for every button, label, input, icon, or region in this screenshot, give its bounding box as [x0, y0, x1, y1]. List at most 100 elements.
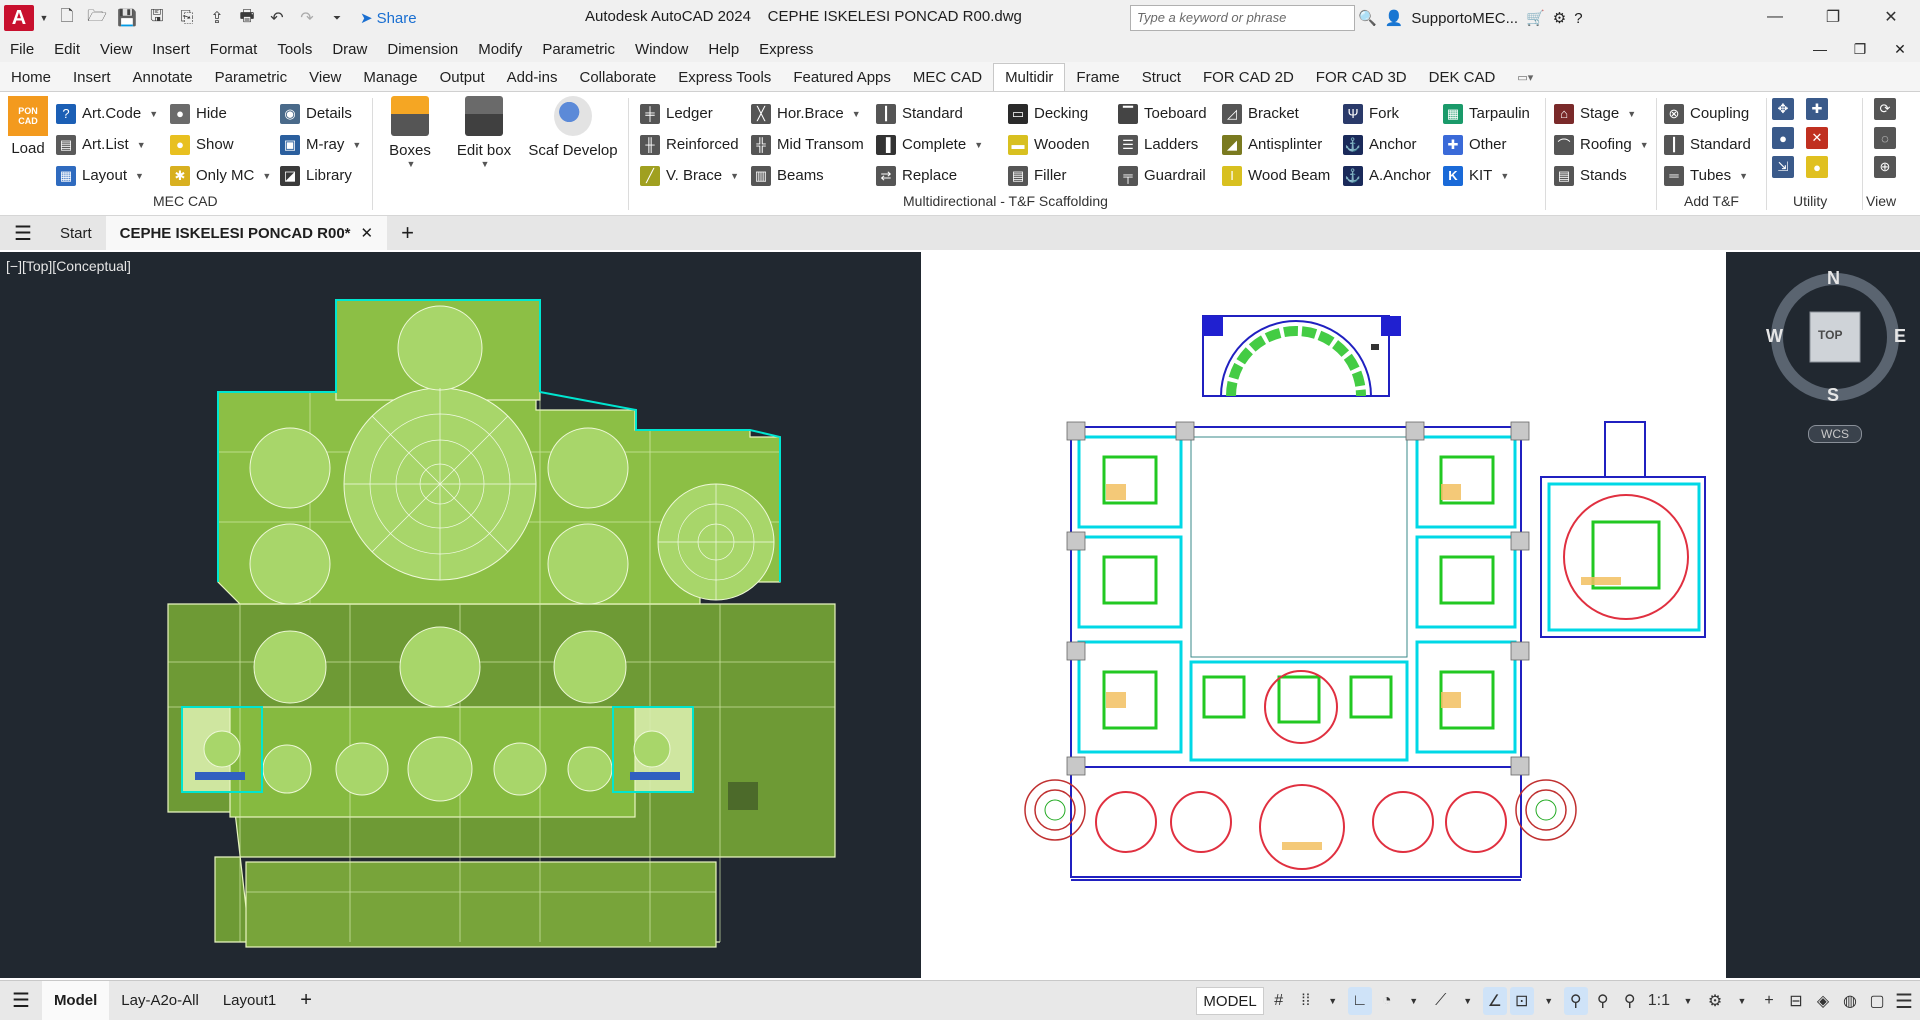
show-button[interactable]: ● Show: [170, 129, 271, 160]
undo-icon[interactable]: ↶: [264, 5, 290, 31]
toeboard-button[interactable]: ▔ Toeboard: [1118, 98, 1207, 129]
wcs-button[interactable]: WCS: [1808, 425, 1862, 443]
doc-close-icon[interactable]: ✕: [1880, 36, 1920, 62]
view-rotate-icon[interactable]: ⟳: [1874, 98, 1896, 120]
user-icon[interactable]: 👤: [1385, 9, 1404, 27]
plot-icon[interactable]: 🖶: [234, 5, 260, 31]
utility-tool-icon[interactable]: ✥: [1772, 98, 1794, 120]
isolate-objects-icon[interactable]: ◈: [1811, 987, 1835, 1015]
filler-button[interactable]: ▤ Filler: [1008, 160, 1090, 191]
complete-button[interactable]: ▐ Complete ▼: [876, 129, 983, 160]
tab-annotate[interactable]: Annotate: [122, 63, 204, 91]
library-button[interactable]: ◪ Library: [280, 160, 361, 191]
viewport-controls[interactable]: [−][Top][Conceptual]: [6, 258, 131, 274]
boxes-button[interactable]: Boxes ▼: [384, 96, 436, 169]
menu-help[interactable]: Help: [698, 41, 749, 58]
dropdown-arrow-icon[interactable]: ▼: [1500, 171, 1509, 181]
scale-value[interactable]: 1:1: [1645, 987, 1673, 1015]
stage-button[interactable]: ⌂ Stage ▼: [1554, 98, 1649, 129]
details-button[interactable]: ◉ Details: [280, 98, 361, 129]
dropdown-arrow-icon[interactable]: ▼: [137, 140, 146, 150]
decking-button[interactable]: ▭ Decking: [1008, 98, 1090, 129]
roofing-button[interactable]: ⌒ Roofing ▼: [1554, 129, 1649, 160]
menu-express[interactable]: Express: [749, 41, 823, 58]
fork-button[interactable]: Ψ Fork: [1343, 98, 1431, 129]
only-mc-button[interactable]: ✱ Only MC ▼: [170, 160, 271, 191]
utility-light-icon[interactable]: ●: [1806, 156, 1828, 178]
tab-home[interactable]: Home: [0, 63, 62, 91]
view-zoom-icon[interactable]: ⊕: [1874, 156, 1896, 178]
search-icon[interactable]: 🔍: [1358, 9, 1377, 27]
doc-minimize-icon[interactable]: —: [1800, 36, 1840, 62]
antisplinter-button[interactable]: ◢ Antisplinter: [1222, 129, 1330, 160]
restore-icon[interactable]: ❐: [1804, 0, 1862, 34]
tab-struct[interactable]: Struct: [1131, 63, 1192, 91]
compass-w-label[interactable]: W: [1766, 326, 1783, 347]
menu-parametric[interactable]: Parametric: [532, 41, 625, 58]
guardrail-button[interactable]: ╤ Guardrail: [1118, 160, 1207, 191]
art-code-button[interactable]: ? Art.Code ▼: [56, 98, 158, 129]
grid-icon[interactable]: #: [1267, 987, 1291, 1015]
dropdown-arrow-icon[interactable]: ▼: [1627, 109, 1636, 119]
help-icon[interactable]: ?: [1574, 10, 1582, 27]
load-button[interactable]: PON CAD Load: [6, 96, 50, 157]
menu-view[interactable]: View: [90, 41, 142, 58]
tab-active-drawing[interactable]: CEPHE ISKELESI PONCAD R00* ✕: [105, 216, 388, 250]
cart-icon[interactable]: 🛒: [1526, 9, 1545, 27]
customize-icon[interactable]: ⏷: [324, 5, 350, 31]
save-icon[interactable]: 💾: [114, 5, 140, 31]
dropdown-arrow-icon[interactable]: ▼: [1640, 140, 1649, 150]
dropdown-arrow-icon[interactable]: ▼: [852, 109, 861, 119]
tab-parametric[interactable]: Parametric: [204, 63, 299, 91]
dropdown-arrow-icon[interactable]: ▼: [135, 171, 144, 181]
clean-screen-icon[interactable]: ▢: [1865, 987, 1889, 1015]
dropdown-arrow-icon[interactable]: ▼: [352, 140, 361, 150]
menu-dimension[interactable]: Dimension: [377, 41, 468, 58]
annotation-scale-icon[interactable]: ⚲: [1618, 987, 1642, 1015]
tab-layout1[interactable]: Layout1: [211, 981, 288, 1020]
utility-bulb-icon[interactable]: ●: [1772, 127, 1794, 149]
search-input[interactable]: Type a keyword or phrase: [1130, 5, 1355, 31]
coupling-button[interactable]: ⊗ Coupling: [1664, 98, 1751, 129]
dropdown-arrow-icon[interactable]: ▼: [730, 171, 739, 181]
dropdown-arrow-icon[interactable]: ▼: [481, 159, 490, 169]
dropdown-arrow-icon[interactable]: ▼: [1456, 987, 1480, 1015]
status-menu-icon[interactable]: ☰: [0, 981, 42, 1020]
bracket-button[interactable]: ◿ Bracket: [1222, 98, 1330, 129]
tab-output[interactable]: Output: [429, 63, 496, 91]
right-viewport[interactable]: [921, 252, 1726, 978]
dropdown-arrow-icon[interactable]: ▼: [1321, 987, 1345, 1015]
anchor-button[interactable]: ⚓ Anchor: [1343, 129, 1431, 160]
autocad-logo-icon[interactable]: A: [4, 5, 34, 31]
tf-standard-button[interactable]: ┃ Standard: [1664, 129, 1751, 160]
menu-edit[interactable]: Edit: [44, 41, 90, 58]
tab-add-ins[interactable]: Add-ins: [496, 63, 569, 91]
polar-icon[interactable]: ◔: [1375, 987, 1399, 1015]
dropdown-arrow-icon[interactable]: ▼: [1676, 987, 1700, 1015]
stands-button[interactable]: ▤ Stands: [1554, 160, 1649, 191]
edit-box-button[interactable]: Edit box ▼: [452, 96, 516, 169]
compass-n-label[interactable]: N: [1827, 268, 1840, 289]
tarpaulin-button[interactable]: ▦ Tarpaulin: [1443, 98, 1530, 129]
dropdown-arrow-icon[interactable]: ▼: [1730, 987, 1754, 1015]
compass-s-label[interactable]: S: [1827, 385, 1839, 406]
hamburger-menu-icon[interactable]: ☰: [0, 216, 46, 250]
dropdown-arrow-icon[interactable]: ▼: [1537, 987, 1561, 1015]
dropdown-arrow-icon[interactable]: ▼: [1739, 171, 1748, 181]
open-folder-icon[interactable]: 🗁: [84, 5, 110, 31]
viewcube-top-face[interactable]: TOP: [1818, 328, 1842, 342]
menu-insert[interactable]: Insert: [142, 41, 200, 58]
minimize-icon[interactable]: —: [1746, 0, 1804, 34]
workspace-gear-icon[interactable]: ⚙: [1703, 987, 1727, 1015]
v-brace-button[interactable]: ╱ V. Brace ▼: [640, 160, 739, 191]
scaf-develop-button[interactable]: Scaf Develop: [526, 96, 620, 159]
utility-add-icon[interactable]: ✚: [1806, 98, 1828, 120]
standard-button[interactable]: ┃ Standard: [876, 98, 983, 129]
dropdown-arrow-icon[interactable]: ▼: [149, 109, 158, 119]
community-icon[interactable]: ⚙: [1553, 9, 1566, 27]
tab-multidir[interactable]: Multidir: [993, 63, 1066, 91]
tab-insert[interactable]: Insert: [62, 63, 122, 91]
ribbon-options-icon[interactable]: ▭▾: [1506, 63, 1544, 91]
kit-button[interactable]: K KIT ▼: [1443, 160, 1530, 191]
tab-view[interactable]: View: [298, 63, 352, 91]
